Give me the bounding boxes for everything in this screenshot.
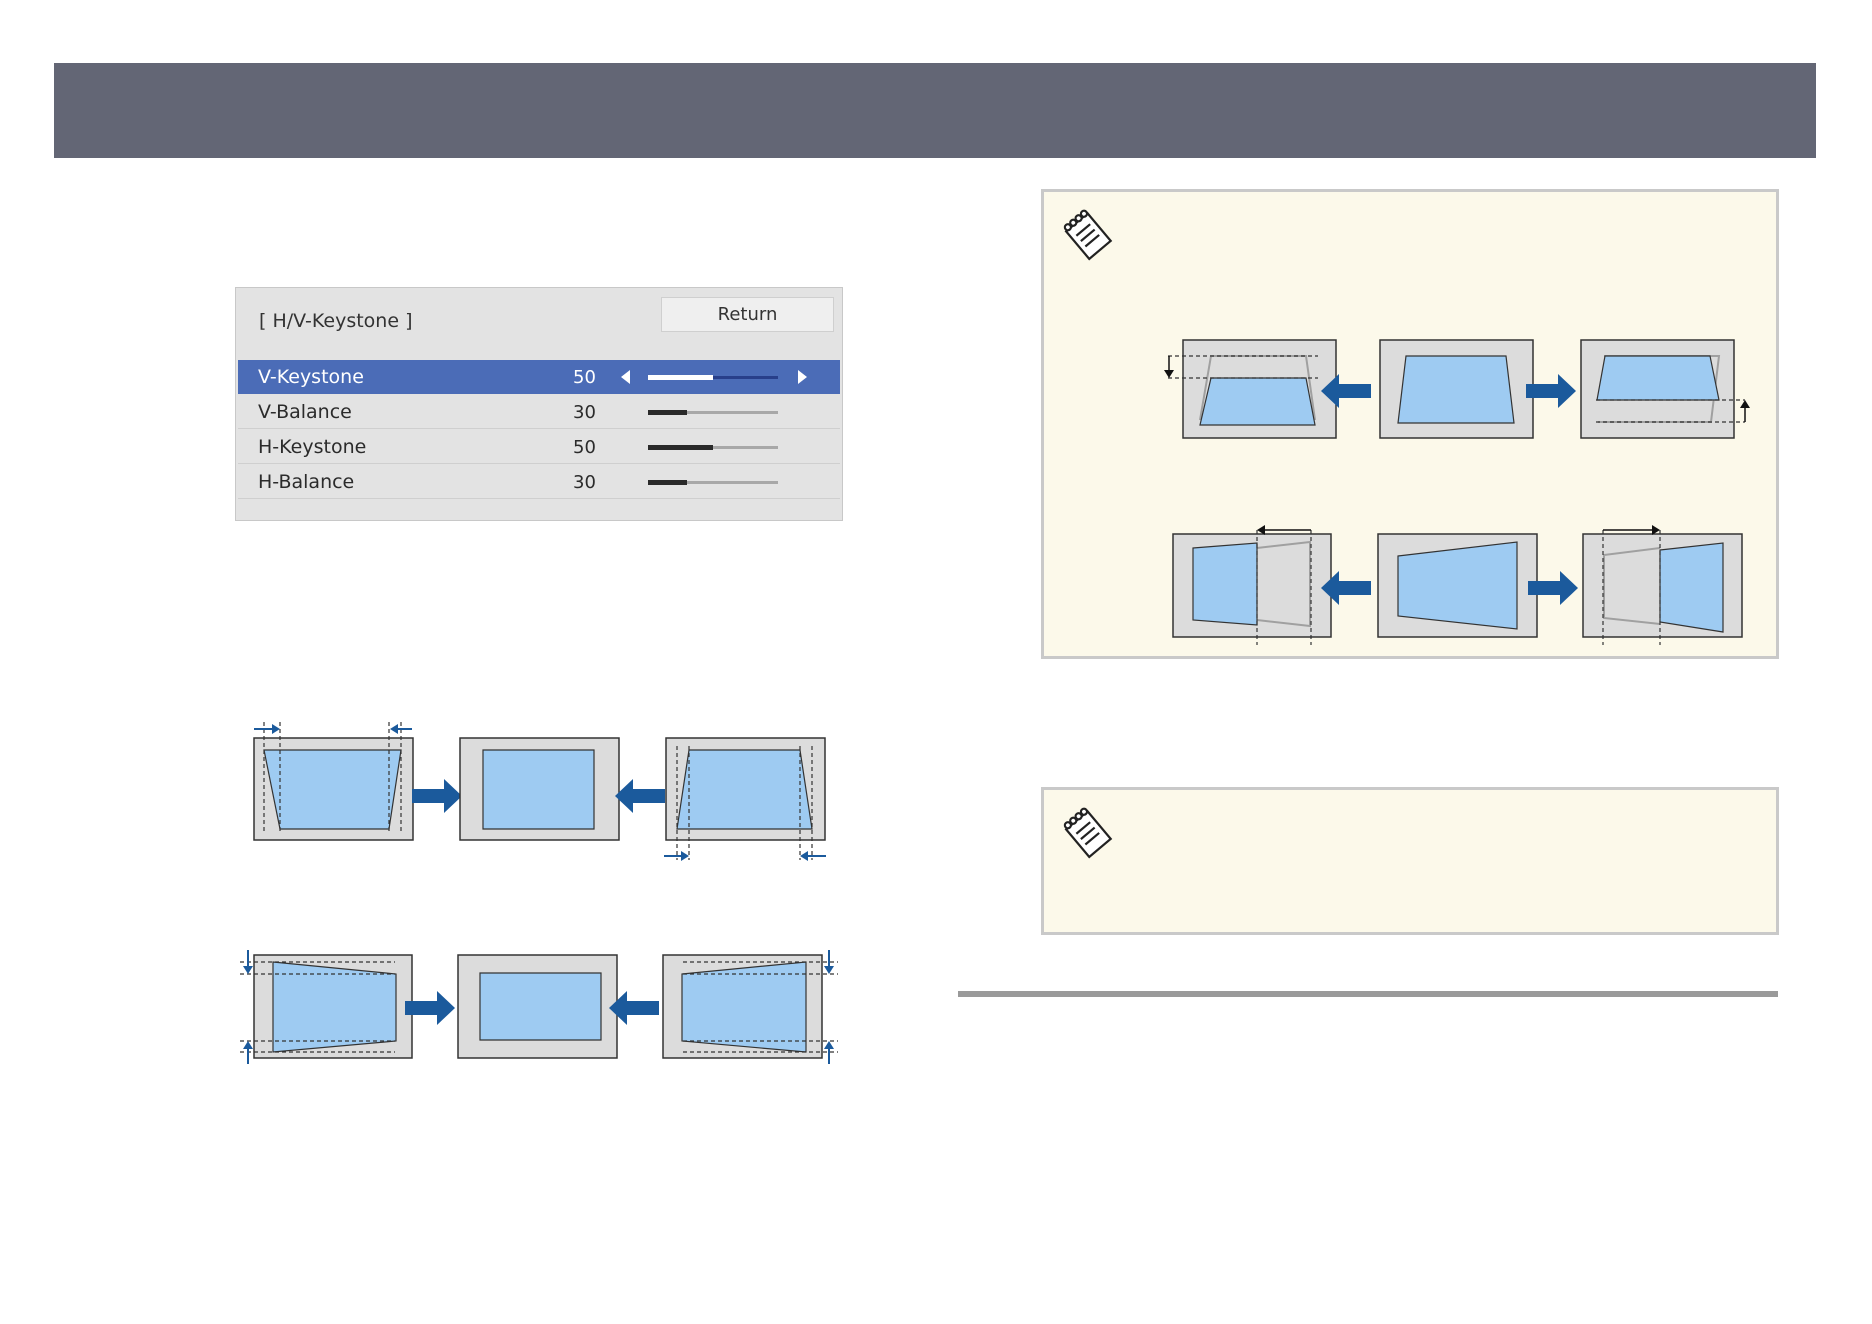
keystone-diagrams (240, 339, 1750, 1064)
h-keystone-diagram (253, 722, 826, 861)
v-keystone-diagram (240, 950, 838, 1064)
h-balance-diagram (1172, 525, 1743, 645)
v-balance-diagram (1164, 339, 1750, 439)
